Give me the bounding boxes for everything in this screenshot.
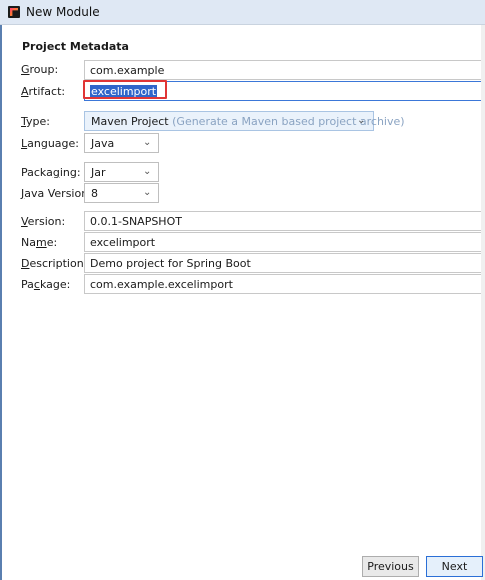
chevron-down-icon: ⌄ [143, 137, 152, 148]
java-version-label: Java Version: [21, 187, 92, 200]
name-field[interactable]: excelimport [84, 232, 485, 252]
chevron-down-icon: ⌄ [143, 187, 152, 198]
artifact-label: Artifact: [21, 85, 66, 98]
window-right-edge [481, 25, 485, 580]
next-button[interactable]: Next [426, 556, 483, 577]
package-field[interactable]: com.example.excelimport [84, 274, 485, 294]
packaging-select[interactable]: Jar ⌄ [84, 162, 159, 182]
type-label: Type: [21, 115, 50, 128]
previous-button[interactable]: Previous [362, 556, 419, 577]
name-label: Name: [21, 236, 58, 249]
version-field[interactable]: 0.0.1-SNAPSHOT [84, 211, 485, 231]
description-label: Description: [21, 257, 88, 270]
type-select[interactable]: Maven Project (Generate a Maven based pr… [84, 111, 405, 131]
package-label: Package: [21, 278, 71, 291]
chevron-down-icon: ⌄ [143, 166, 152, 177]
description-field[interactable]: Demo project for Spring Boot [84, 253, 485, 273]
packaging-label: Packaging: [21, 166, 81, 179]
language-label: Language: [21, 137, 80, 150]
language-select[interactable]: Java ⌄ [84, 133, 159, 153]
chevron-down-icon: ⌄ [357, 115, 366, 126]
red-highlight-box [83, 80, 167, 99]
title-bar: New Module [0, 0, 485, 25]
window-left-edge [0, 0, 2, 580]
intellij-app-icon [8, 6, 20, 18]
section-title: Project Metadata [22, 40, 129, 53]
java-version-select[interactable]: 8 ⌄ [84, 183, 159, 203]
new-module-dialog: New Module Project Metadata Group: com.e… [0, 0, 485, 580]
group-field[interactable]: com.example [84, 60, 485, 80]
version-label: Version: [21, 215, 66, 228]
group-label: Group: [21, 63, 59, 76]
window-title: New Module [26, 5, 100, 19]
